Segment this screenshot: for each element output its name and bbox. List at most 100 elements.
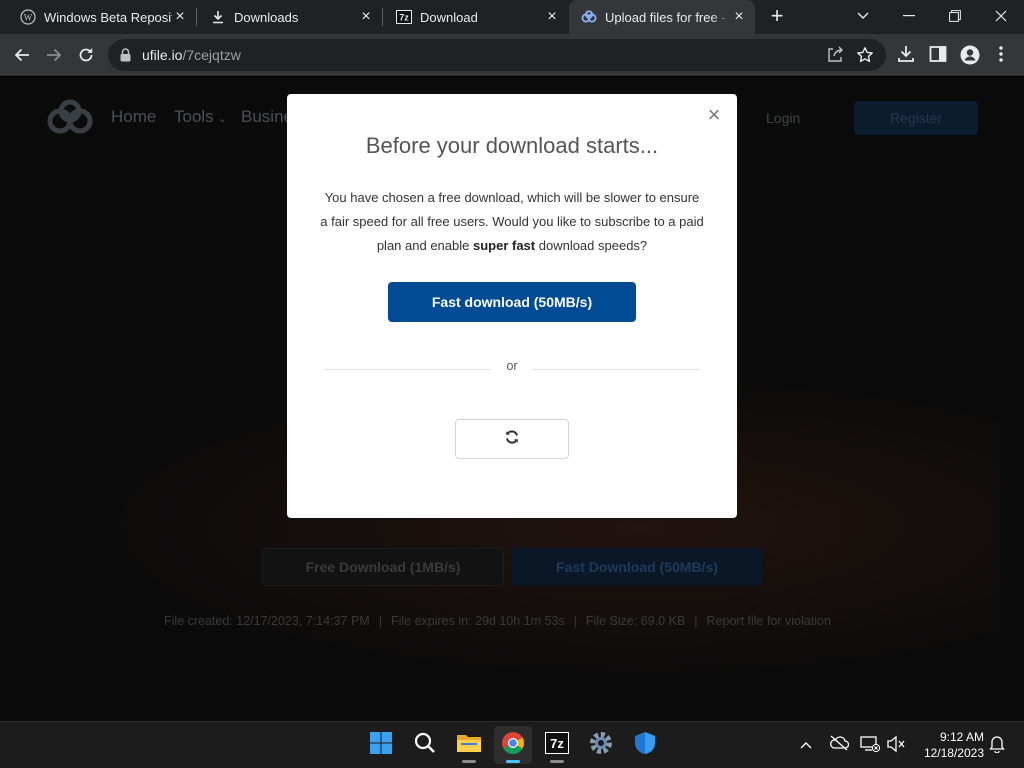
tab-close-icon[interactable]: × [358, 8, 374, 25]
url-text: ufile.io/7cejqtzw [142, 47, 241, 63]
tab-ufile-active[interactable]: Upload files for free - g × [569, 0, 755, 34]
file-meta: File created: 12/17/2023, 7:14:37 PM | Fil… [164, 614, 831, 628]
or-separator: or [506, 359, 518, 373]
profile-avatar-icon[interactable] [960, 45, 980, 70]
start-button[interactable] [362, 726, 400, 764]
new-tab-button[interactable]: + [764, 4, 790, 30]
bookmark-star-icon[interactable] [856, 46, 874, 69]
body-text: download speeds? [535, 238, 648, 253]
divider [531, 369, 701, 370]
wordpress-icon: W [20, 9, 36, 25]
onedrive-offline-icon[interactable] [829, 735, 850, 756]
tab-close-icon[interactable]: × [731, 8, 747, 25]
file-size: File Size: 69.0 KB [585, 614, 686, 628]
free-download-button[interactable]: Free Download (1MB/s) [262, 548, 504, 586]
file-created: File created: 12/17/2023, 7:14:37 PM [164, 614, 370, 628]
close-window-button[interactable] [978, 0, 1024, 32]
tab-downloads[interactable]: Downloads × [196, 0, 382, 34]
tray-overflow-chevron-icon[interactable] [800, 736, 812, 754]
menu-kebab-icon[interactable] [999, 45, 1003, 68]
file-expires: File expires in: 29d 10h 1m 53s [390, 614, 565, 628]
windows-taskbar: 7z 9:12 AM 12/18/2023 [0, 721, 1024, 768]
login-link[interactable]: Login [766, 110, 800, 126]
lock-icon[interactable] [120, 48, 131, 67]
tab-close-icon[interactable]: × [172, 8, 188, 25]
download-icon [210, 9, 226, 25]
tab-windows-beta[interactable]: W Windows Beta Reposito × [0, 0, 196, 34]
back-button[interactable] [8, 41, 36, 69]
nav-tools[interactable]: Tools ⌄ [174, 107, 227, 127]
body-text: plan and enable [376, 238, 473, 253]
report-file-link[interactable]: Report file for violation [707, 614, 831, 628]
7zip-icon: 7z [396, 9, 412, 25]
ufile-logo-icon[interactable] [46, 99, 94, 135]
search-icon [414, 732, 436, 759]
taskbar-chrome[interactable] [494, 726, 532, 764]
svg-text:7z: 7z [550, 736, 564, 751]
modal-body-line: plan and enable super fast download spee… [317, 234, 707, 258]
close-icon[interactable]: × [705, 104, 723, 126]
clock-time: 9:12 AM [939, 730, 984, 744]
running-indicator [462, 760, 476, 763]
nav-tools-label: Tools [174, 107, 214, 126]
address-bar[interactable]: ufile.io/7cejqtzw [108, 39, 886, 71]
running-indicator [550, 760, 564, 763]
tab-strip: W Windows Beta Reposito × Downloads × 7z… [0, 0, 1024, 34]
clock-date: 12/18/2023 [923, 746, 984, 760]
modal-body: You have chosen a free download, which w… [317, 186, 707, 258]
fast-download-page-button[interactable]: Fast Download (50MB/s) [512, 548, 762, 586]
tab-close-icon[interactable]: × [544, 8, 560, 25]
defender-icon [634, 731, 656, 760]
file-explorer-icon [456, 732, 482, 759]
modal-body-line: a fair speed for all free users. Would y… [320, 214, 704, 229]
refresh-spinner-icon [504, 429, 520, 450]
ufile-icon [581, 9, 597, 25]
url-path: /7cejqtzw [182, 47, 241, 63]
taskbar-7zip[interactable]: 7z [538, 726, 576, 764]
downloads-icon[interactable] [897, 45, 915, 68]
modal-title: Before your download starts... [365, 133, 659, 158]
tab-title: Upload files for free - g [605, 9, 731, 25]
side-panel-icon[interactable] [929, 45, 947, 68]
restore-button[interactable] [932, 0, 978, 32]
fast-download-button[interactable]: Fast download (50MB/s) [388, 282, 636, 322]
taskbar-defender[interactable] [626, 726, 664, 764]
meta-separator: | [378, 614, 382, 628]
svg-text:W: W [24, 13, 33, 23]
meta-separator: | [694, 614, 698, 628]
url-host: ufile.io [142, 47, 183, 63]
taskbar-settings[interactable] [582, 726, 620, 764]
minimize-button[interactable] [886, 0, 932, 32]
forward-button[interactable] [40, 41, 68, 69]
tab-title: Windows Beta Reposito [44, 9, 172, 25]
screen: { "browser": { "tabs": [ {"title": "Wind… [0, 0, 1024, 768]
chevron-down-icon: ⌄ [217, 113, 227, 125]
volume-muted-icon[interactable] [886, 735, 906, 758]
tab-title: Downloads [234, 9, 299, 25]
7zip-icon: 7z [545, 731, 569, 759]
system-clock[interactable]: 9:12 AM 12/18/2023 [914, 729, 984, 761]
register-button[interactable]: Register [854, 101, 978, 135]
windows-start-icon [369, 731, 393, 760]
chrome-icon [501, 731, 525, 760]
running-indicator [506, 760, 520, 763]
meta-separator: | [573, 614, 577, 628]
taskbar-search-button[interactable] [406, 726, 444, 764]
download-modal: × Before your download starts... You hav… [287, 94, 737, 518]
body-emphasis: super fast [472, 238, 536, 253]
svg-text:7z: 7z [399, 13, 409, 23]
nav-home[interactable]: Home [111, 107, 156, 127]
share-icon[interactable] [826, 46, 844, 69]
notification-bell-icon[interactable] [989, 735, 1005, 758]
settings-icon [589, 731, 613, 760]
reload-button[interactable] [72, 41, 100, 69]
network-icon[interactable] [860, 735, 881, 758]
modal-body-line: You have chosen a free download, which w… [324, 190, 700, 205]
tab-title: Download [420, 9, 478, 25]
taskbar-file-explorer[interactable] [450, 726, 488, 764]
nav-business[interactable]: Busine [241, 107, 293, 127]
tab-search-chevron-icon[interactable] [840, 0, 886, 32]
browser-toolbar: ufile.io/7cejqtzw [0, 34, 1024, 76]
free-download-loading-button[interactable] [455, 419, 569, 459]
tab-download-7zip[interactable]: 7z Download × [382, 0, 568, 34]
